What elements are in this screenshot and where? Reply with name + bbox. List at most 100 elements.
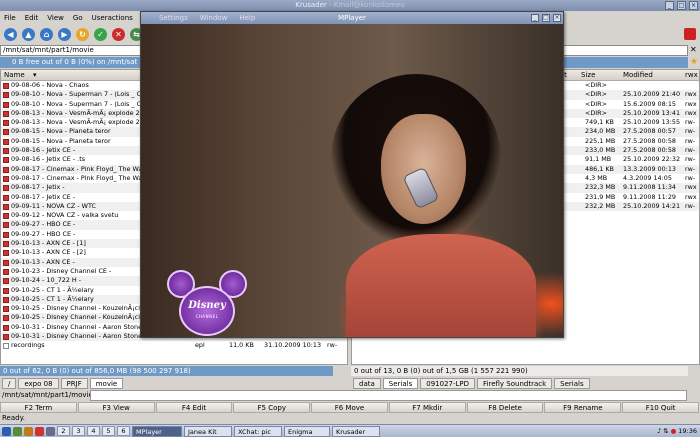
f5-copy-button[interactable]: F5 Copy <box>233 402 311 413</box>
mplayer-menu: Settings Window Help <box>159 12 255 24</box>
bookmark-star-icon[interactable]: ★ <box>690 57 698 68</box>
select-icon[interactable]: ✓ <box>94 27 107 41</box>
back-icon[interactable]: ◀ <box>4 27 17 41</box>
tray-network-icon[interactable]: ⇅ <box>663 427 668 435</box>
file-size: 233,0 MB <box>585 146 616 155</box>
f4-edit-button[interactable]: F4 Edit <box>155 402 233 413</box>
desktop-6[interactable]: 6 <box>117 426 130 436</box>
home-icon[interactable]: ⌂ <box>40 27 53 41</box>
mplayer-menu-settings[interactable]: Settings <box>159 12 188 24</box>
name-column-header[interactable]: Name <box>4 70 25 81</box>
f2-term-button[interactable]: F2 Term <box>0 402 77 413</box>
right-panel-tabs: data Serials 091027-LPD Firefly Soundtra… <box>353 377 590 389</box>
video-file-icon <box>3 213 9 220</box>
left-panel-status: 0 out of 62, 0 B (0) out of 856,0 MB (98… <box>0 366 333 376</box>
video-file-icon <box>3 268 9 275</box>
menu-go[interactable]: Go <box>73 12 83 24</box>
file-name: 09-10-31 - Disney Channel - Aaron Stone <box>11 322 143 331</box>
file-size: 11,0 KB <box>229 341 254 350</box>
f6-move-button[interactable]: F6 Move <box>311 402 388 413</box>
left-file-row[interactable]: recordings epl 11,0 KB 31.10.2009 10:13 rw- <box>1 341 347 350</box>
left-tab-expo[interactable]: expo 08 <box>18 377 59 389</box>
file-name: 09-08-16 - Jetix CE - <box>11 146 76 155</box>
desktop-2[interactable]: 2 <box>57 426 70 436</box>
minimize-button[interactable]: _ <box>665 1 674 10</box>
home-folder-icon[interactable] <box>24 426 33 436</box>
file-perm: rwx <box>685 108 697 117</box>
taskbar-krusader[interactable]: Krusader <box>332 425 380 437</box>
f7-mkdir-button[interactable]: F7 Mkdir <box>388 402 466 413</box>
video-frame[interactable]: Disney CHANNEL <box>141 24 563 337</box>
file-date: 27.5.2008 00:58 <box>623 136 676 145</box>
mplayer-window[interactable]: Settings Window Help MPlayer _ □ × Disne… <box>140 11 564 338</box>
file-date: 13.3.2009 00:13 <box>623 164 676 173</box>
right-tab-firefly[interactable]: Firefly Soundtrack <box>477 377 553 389</box>
f10-quit-button[interactable]: F10 Quit <box>622 402 700 413</box>
clear-path-icon[interactable]: ✕ <box>690 45 697 55</box>
menu-file[interactable]: File <box>4 12 16 24</box>
tray-volume-icon[interactable]: ♪ <box>657 427 661 435</box>
desktop-5[interactable]: 5 <box>102 426 115 436</box>
close-button[interactable]: × <box>689 1 698 10</box>
taskbar-enigma[interactable]: Enigma <box>284 425 330 437</box>
file-icon <box>3 343 9 350</box>
file-date: 25.10.2009 21:40 <box>623 90 681 99</box>
mplayer-menu-window[interactable]: Window <box>200 12 228 24</box>
refresh-icon[interactable]: ↻ <box>76 27 89 41</box>
right-tab-serials[interactable]: Serials <box>382 377 419 389</box>
mplayer-maximize-button[interactable]: □ <box>542 14 550 22</box>
right-tab-data[interactable]: data <box>353 377 381 389</box>
taskbar-mplayer[interactable]: MPlayer <box>132 425 182 437</box>
menu-useractions[interactable]: Useractions <box>92 12 133 24</box>
mplayer-minimize-button[interactable]: _ <box>531 14 539 22</box>
desktop-icon[interactable] <box>46 426 55 436</box>
cancel-icon[interactable]: ✕ <box>112 27 125 41</box>
size-column-header[interactable]: Size <box>581 70 595 81</box>
command-input[interactable] <box>90 390 687 401</box>
file-name: 09-08-13 - Nova - VesmÃ-mÃ¡ explode 2 <box>11 118 140 127</box>
video-file-icon <box>3 278 9 285</box>
f9-rename-button[interactable]: F9 Rename <box>544 402 622 413</box>
mplayer-close-button[interactable]: × <box>553 14 561 22</box>
f3-view-button[interactable]: F3 View <box>77 402 155 413</box>
video-file-icon <box>3 129 9 136</box>
video-file-icon <box>3 92 9 99</box>
perm-column-header[interactable]: rwx <box>685 70 698 81</box>
file-name: 09-10-13 - AXN CE - [2] <box>11 248 86 257</box>
file-name: 09-10-31 - Disney Channel - Aaron Stone <box>11 332 143 341</box>
f8-delete-button[interactable]: F8 Delete <box>466 402 544 413</box>
taskbar-xchat[interactable]: XChat: pic <box>234 425 282 437</box>
desktop-4[interactable]: 4 <box>87 426 100 436</box>
sort-arrow-icon: ▾ <box>33 71 37 79</box>
left-tab-prjf[interactable]: PRJF <box>60 377 88 389</box>
modified-column-header[interactable]: Modified <box>623 70 653 81</box>
stop-icon[interactable] <box>684 28 696 40</box>
left-tab-movie[interactable]: movie <box>89 377 124 389</box>
file-name: 09-08-10 - Nova - Superman 7 - (Lois _ C <box>11 99 142 108</box>
file-perm: rw- <box>685 173 696 182</box>
file-perm: rwx <box>685 99 697 108</box>
right-tab-serials-2[interactable]: Serials <box>554 377 590 389</box>
mplayer-menu-help[interactable]: Help <box>239 12 255 24</box>
file-name: 09-08-10 - Nova - Superman 7 - (Lois _ C <box>11 90 142 99</box>
forward-icon[interactable]: ▶ <box>58 27 71 41</box>
file-name: 09-09-12 - NOVA CZ - valka svetu <box>11 211 119 220</box>
terminal-icon[interactable] <box>13 426 22 436</box>
right-tab-lpd[interactable]: 091027-LPD <box>420 377 476 389</box>
menu-edit[interactable]: Edit <box>25 12 39 24</box>
window-title: Krusader <box>295 1 327 9</box>
menu-view[interactable]: View <box>47 12 64 24</box>
file-size: <DIR> <box>585 99 607 108</box>
browser-icon[interactable] <box>35 426 44 436</box>
file-perm: rw- <box>685 136 696 145</box>
desktop-3[interactable]: 3 <box>72 426 85 436</box>
file-date: 31.10.2009 10:13 <box>264 341 322 350</box>
left-tab-root[interactable]: / <box>2 377 17 389</box>
taskbar-janea[interactable]: Janea Kit <box>184 425 232 437</box>
video-file-icon <box>3 306 9 313</box>
maximize-button[interactable]: □ <box>677 1 686 10</box>
tray-power-icon[interactable]: ● <box>671 427 677 435</box>
kmenu-icon[interactable] <box>2 426 11 436</box>
file-size: 486,1 KB <box>585 164 614 173</box>
up-icon[interactable]: ▲ <box>22 27 35 41</box>
